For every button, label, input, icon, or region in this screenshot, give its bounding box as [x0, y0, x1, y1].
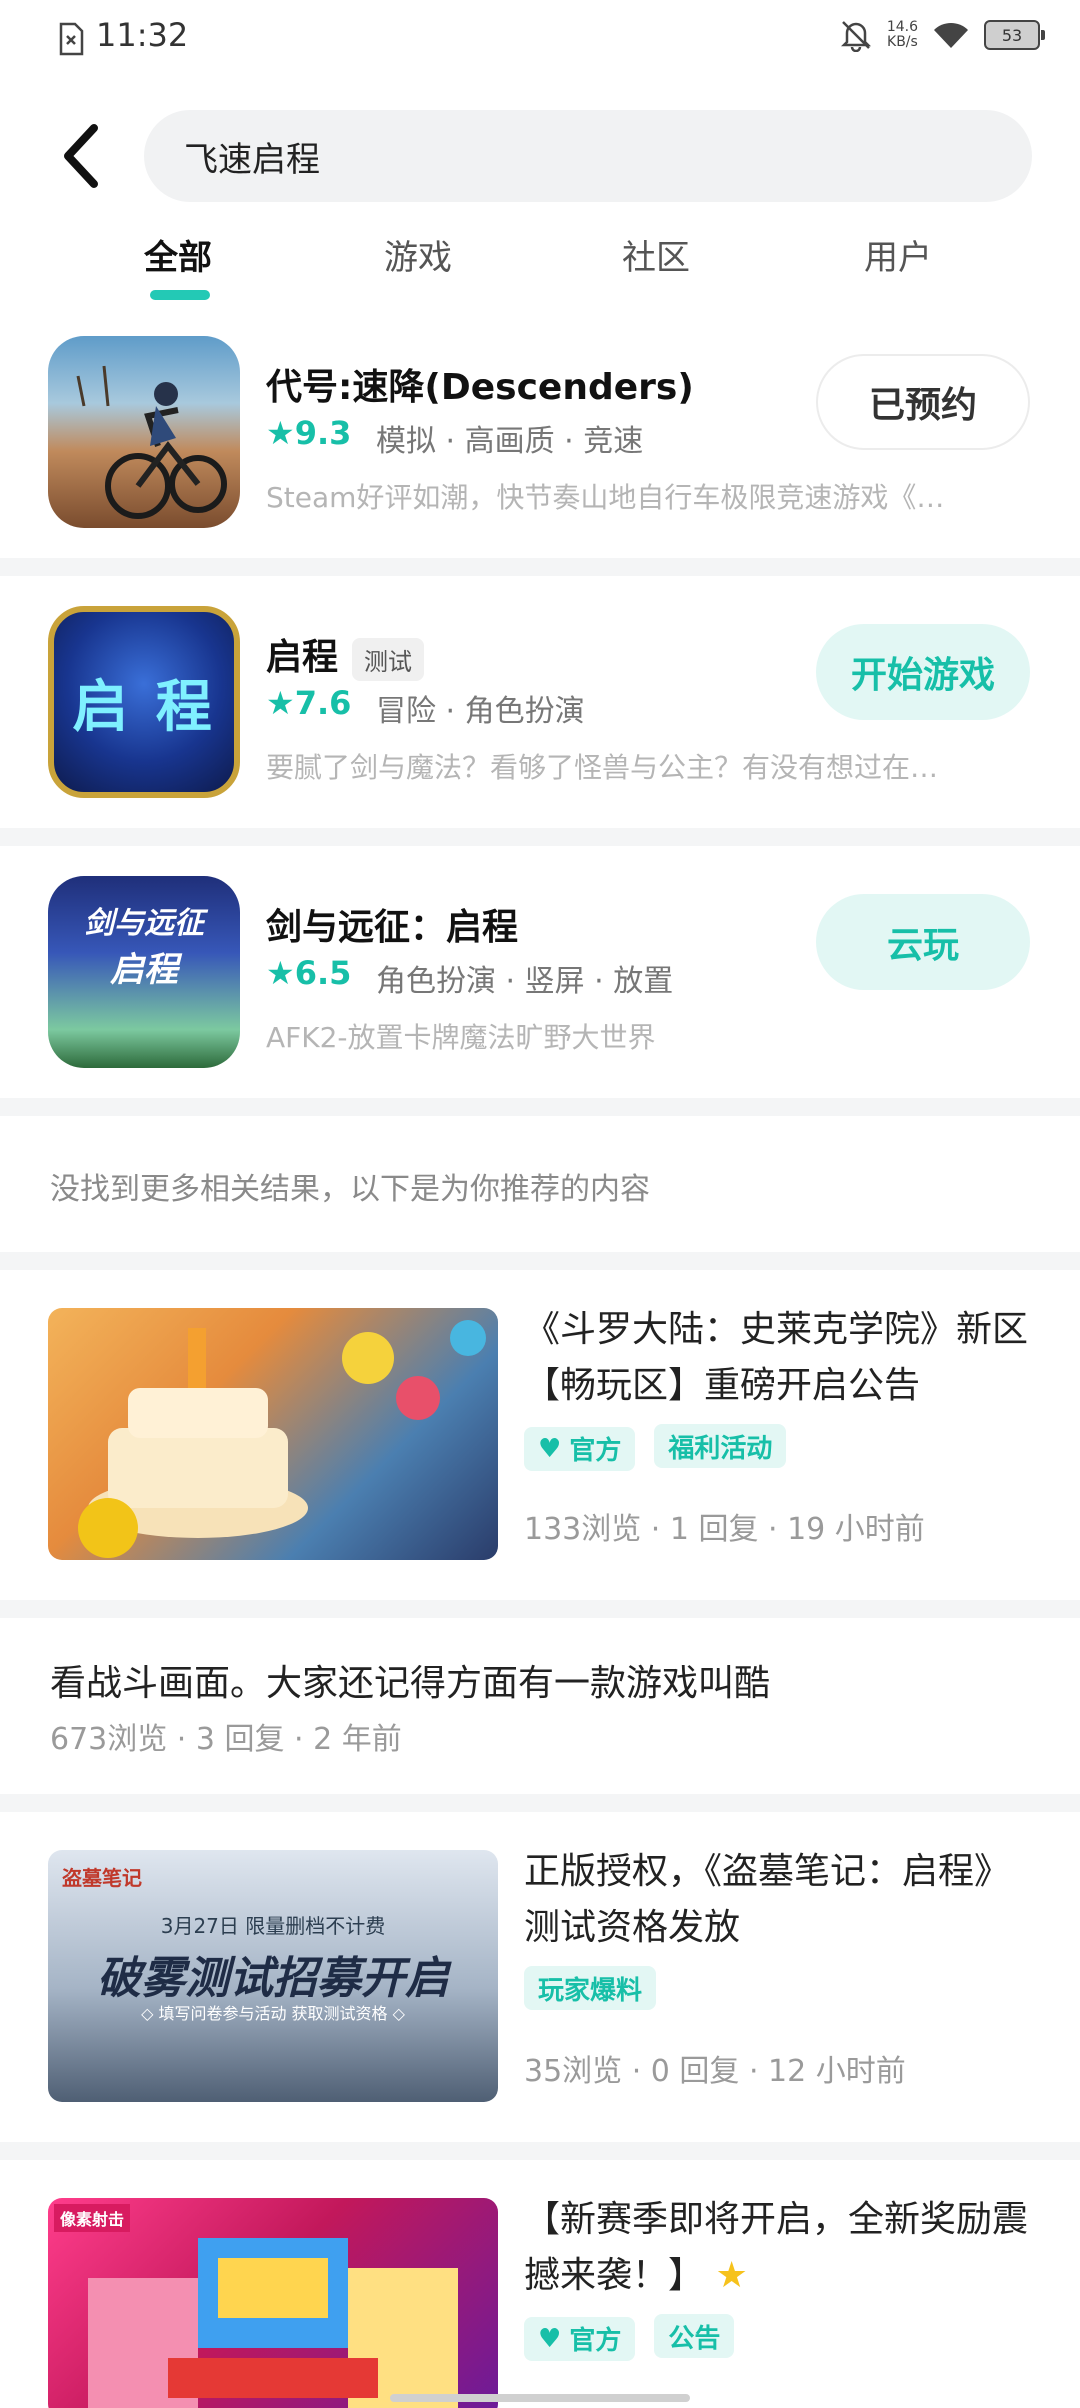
post-title: 看战斗画面。大家还记得方面有一款游戏叫酷: [50, 1663, 771, 1704]
tab-community[interactable]: 社区: [622, 230, 690, 279]
post-title: 正版授权，《盗墓笔记：启程》测试资格发放: [524, 1851, 1011, 1948]
search-input[interactable]: 飞速启程: [144, 110, 1032, 202]
post-meta: 673浏览 · 3 回复 · 2 年前: [50, 1722, 402, 1757]
divider: [0, 2142, 1080, 2160]
star-emoji-icon: ★: [715, 2255, 748, 2296]
app-description: AFK2-放置卡牌魔法旷野大世界: [266, 1021, 656, 1054]
official-tag: ♥ 官方: [524, 2316, 636, 2361]
heart-icon: ♥: [538, 1433, 562, 1464]
app-description: 要腻了剑与魔法？看够了怪兽与公主？有没有想过在…: [266, 751, 939, 784]
divider: [0, 1252, 1080, 1270]
divider: [0, 1794, 1080, 1812]
app-tags: 模拟 · 高画质 · 竞速: [376, 424, 644, 459]
post-meta: 35浏览 · 0 回复 · 12 小时前: [524, 2054, 906, 2089]
app-result-item[interactable]: 代号:速降(Descenders) ★9.3 模拟 · 高画质 · 竞速 Ste…: [0, 336, 1080, 556]
app-tags: 冒险 · 角色扮演: [376, 694, 585, 729]
post-title: 《斗罗大陆：史莱克学院》新区【畅玩区】重磅开启公告: [524, 1309, 1029, 1406]
star-icon: ★: [266, 414, 295, 452]
player-leak-tag: 玩家爆料: [524, 1966, 657, 2010]
status-bar: 11:32 14.6 KB/s 53: [0, 0, 1080, 80]
post-item[interactable]: 像素射击 【新赛季即将开启，全新奖励震撼来袭！】 ★ ♥ 官方 公告: [0, 2160, 1080, 2408]
divider: [0, 1600, 1080, 1618]
app-result-item[interactable]: 剑与远征 启程 剑与远征：启程 ★6.5 角色扮演 · 竖屏 · 放置 AFK2…: [0, 876, 1080, 1096]
app-name: 启程 测试: [266, 628, 425, 681]
app-rating: ★7.6: [266, 684, 352, 722]
back-arrow-icon[interactable]: [56, 118, 112, 194]
wifi-icon: [934, 22, 968, 48]
cloud-play-button[interactable]: 云玩: [816, 894, 1030, 990]
no-more-results-notice: 没找到更多相关结果，以下是为你推荐的内容: [50, 1172, 650, 1207]
app-description: Steam好评如潮，快节奏山地自行车极限竞速游戏《…: [266, 481, 945, 514]
announcement-tag: 公告: [654, 2314, 735, 2358]
app-rating: ★9.3: [266, 414, 352, 452]
tab-bar: 全部 游戏 社区 用户: [0, 230, 1080, 300]
home-indicator[interactable]: [390, 2394, 690, 2402]
tab-all[interactable]: 全部: [144, 230, 212, 279]
battery-icon: 53: [984, 20, 1045, 50]
app-result-item[interactable]: 启 程 启程 测试 ★7.6 冒险 · 角色扮演 要腻了剑与魔法？看够了怪兽与公主…: [0, 606, 1080, 826]
app-name: 代号:速降(Descenders): [266, 367, 694, 408]
divider: [0, 558, 1080, 576]
post-item[interactable]: 盗墓笔记 3月27日 限量删档不计费 破雾测试招募开启 ◇ 填写问卷参与活动 获…: [0, 1812, 1080, 2142]
post-item[interactable]: 看战斗画面。大家还记得方面有一款游戏叫酷 673浏览 · 3 回复 · 2 年前: [0, 1618, 1080, 1794]
network-speed: 14.6 KB/s: [886, 19, 918, 50]
post-tags: ♥ 官方 福利活动: [524, 1424, 800, 1471]
tab-indicator: [150, 290, 210, 300]
app-icon: [48, 336, 240, 528]
post-title: 【新赛季即将开启，全新奖励震撼来袭！】 ★: [524, 2199, 1029, 2296]
app-tags: 角色扮演 · 竖屏 · 放置: [376, 964, 674, 999]
post-tags: ♥ 官方 公告: [524, 2314, 748, 2361]
official-tag: ♥ 官方: [524, 1426, 636, 1471]
app-rating: ★6.5: [266, 954, 352, 992]
star-icon: ★: [266, 684, 295, 722]
status-time: 11:32: [96, 16, 189, 54]
mute-notification-icon: [840, 21, 871, 52]
post-tags: 玩家爆料: [524, 1966, 670, 2010]
post-thumbnail: 像素射击: [48, 2198, 498, 2408]
reserved-button[interactable]: 已预约: [816, 354, 1030, 450]
app-name: 剑与远征：启程: [266, 907, 519, 948]
welfare-tag: 福利活动: [654, 1424, 787, 1468]
no-sim-icon: [59, 22, 84, 56]
start-game-button[interactable]: 开始游戏: [816, 624, 1030, 720]
post-item[interactable]: 《斗罗大陆：史莱克学院》新区【畅玩区】重磅开启公告 ♥ 官方 福利活动 133浏览…: [0, 1270, 1080, 1600]
star-icon: ★: [266, 954, 295, 992]
app-icon: 剑与远征 启程: [48, 876, 240, 1068]
divider: [0, 828, 1080, 846]
tab-users[interactable]: 用户: [864, 230, 932, 279]
post-meta: 133浏览 · 1 回复 · 19 小时前: [524, 1512, 925, 1547]
post-thumbnail: [48, 1308, 498, 1560]
app-icon: 启 程: [48, 606, 240, 798]
divider: [0, 1098, 1080, 1116]
post-thumbnail: 盗墓笔记 3月27日 限量删档不计费 破雾测试招募开启 ◇ 填写问卷参与活动 获…: [48, 1850, 498, 2102]
heart-icon: ♥: [538, 2323, 562, 2354]
test-badge: 测试: [352, 637, 425, 681]
tab-games[interactable]: 游戏: [384, 230, 452, 279]
